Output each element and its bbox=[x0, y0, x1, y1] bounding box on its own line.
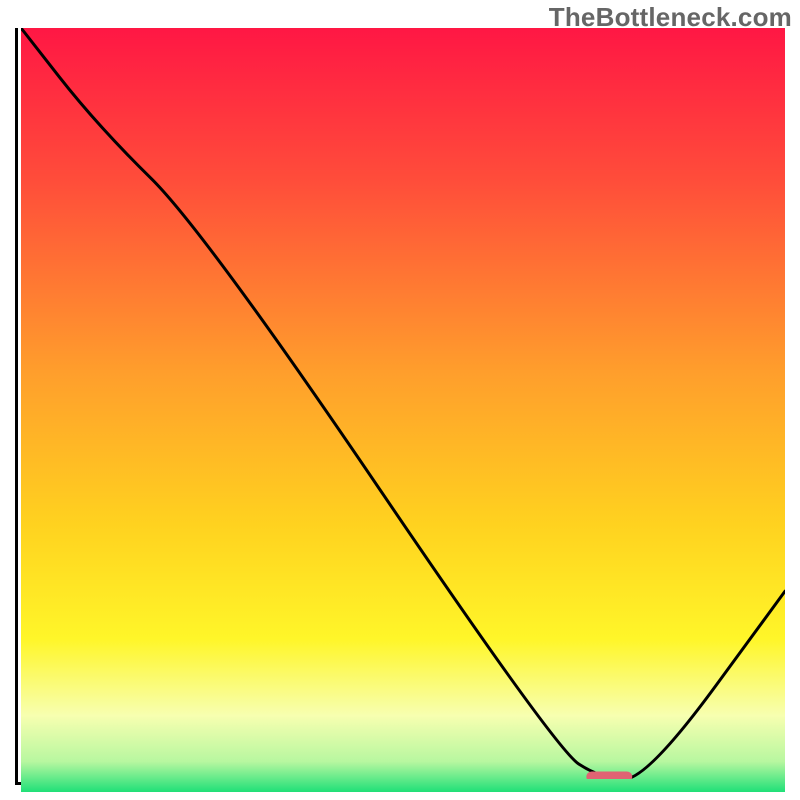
plot-overlay bbox=[21, 28, 785, 779]
bottleneck-curve bbox=[21, 28, 785, 779]
plot-frame bbox=[15, 28, 785, 785]
optimal-marker bbox=[586, 771, 632, 779]
chart-canvas: TheBottleneck.com bbox=[0, 0, 800, 800]
